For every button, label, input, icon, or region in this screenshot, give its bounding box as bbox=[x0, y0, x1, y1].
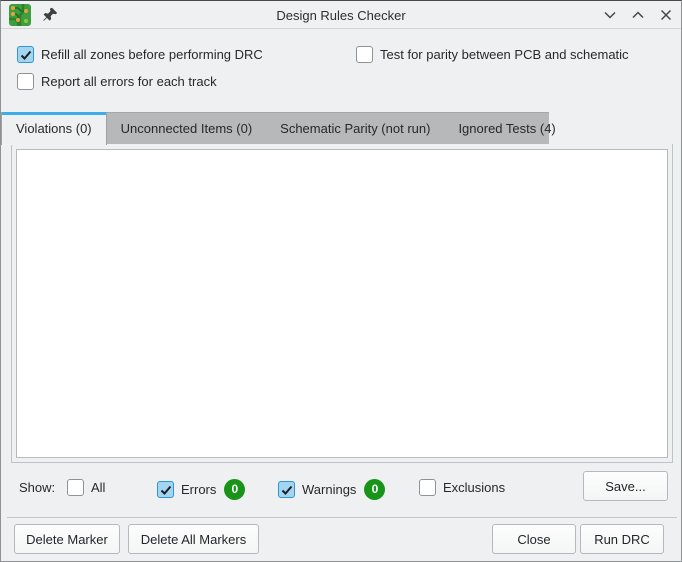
filter-exclusions[interactable]: Exclusions bbox=[419, 479, 505, 496]
filter-errors-checkbox[interactable] bbox=[157, 481, 174, 498]
save-button[interactable]: Save... bbox=[583, 471, 668, 501]
filter-exclusions-label: Exclusions bbox=[443, 480, 505, 495]
tab-schematic-parity-label: Schematic Parity (not run) bbox=[280, 121, 430, 136]
errors-count-badge: 0 bbox=[224, 479, 245, 500]
test-parity-label: Test for parity between PCB and schemati… bbox=[380, 47, 629, 62]
filter-all-label: All bbox=[91, 480, 105, 495]
run-drc-button[interactable]: Run DRC bbox=[580, 524, 664, 554]
tabbar: Violations (0) Unconnected Items (0) Sch… bbox=[1, 112, 549, 144]
filter-all[interactable]: All bbox=[67, 479, 105, 496]
chevron-up-icon[interactable] bbox=[631, 8, 645, 22]
test-parity-option[interactable]: Test for parity between PCB and schemati… bbox=[356, 46, 629, 63]
pin-icon[interactable] bbox=[43, 7, 58, 22]
drc-dialog: Design Rules Checker Refill all zones be… bbox=[0, 0, 682, 562]
refill-zones-checkbox[interactable] bbox=[17, 46, 34, 63]
delete-all-markers-button[interactable]: Delete All Markers bbox=[128, 524, 259, 554]
filter-errors-label: Errors bbox=[181, 482, 216, 497]
tab-ignored-tests[interactable]: Ignored Tests (4) bbox=[444, 113, 569, 144]
tab-violations[interactable]: Violations (0) bbox=[1, 112, 107, 145]
filter-errors[interactable]: Errors 0 bbox=[157, 479, 245, 500]
pcb-board-icon bbox=[9, 4, 31, 26]
filter-warnings[interactable]: Warnings 0 bbox=[278, 479, 385, 500]
tab-violations-label: Violations (0) bbox=[16, 121, 92, 136]
refill-zones-label: Refill all zones before performing DRC bbox=[41, 47, 263, 62]
show-label: Show: bbox=[19, 472, 55, 502]
tab-unconnected-items-label: Unconnected Items (0) bbox=[121, 121, 253, 136]
close-button[interactable]: Close bbox=[492, 524, 576, 554]
tab-schematic-parity[interactable]: Schematic Parity (not run) bbox=[266, 113, 444, 144]
window-title: Design Rules Checker bbox=[276, 1, 405, 29]
report-track-errors-option[interactable]: Report all errors for each track bbox=[17, 73, 217, 90]
filter-exclusions-checkbox[interactable] bbox=[419, 479, 436, 496]
divider bbox=[7, 517, 677, 518]
report-track-errors-checkbox[interactable] bbox=[17, 73, 34, 90]
tab-ignored-tests-label: Ignored Tests (4) bbox=[458, 121, 555, 136]
warnings-count-badge: 0 bbox=[364, 479, 385, 500]
test-parity-checkbox[interactable] bbox=[356, 46, 373, 63]
chevron-down-icon[interactable] bbox=[603, 8, 617, 22]
filter-warnings-checkbox[interactable] bbox=[278, 481, 295, 498]
titlebar: Design Rules Checker bbox=[1, 1, 681, 29]
filter-all-checkbox[interactable] bbox=[67, 479, 84, 496]
filter-warnings-label: Warnings bbox=[302, 482, 356, 497]
violations-list[interactable] bbox=[16, 149, 668, 458]
tab-unconnected-items[interactable]: Unconnected Items (0) bbox=[107, 113, 267, 144]
close-icon[interactable] bbox=[659, 8, 673, 22]
refill-zones-option[interactable]: Refill all zones before performing DRC bbox=[17, 46, 263, 63]
report-track-errors-label: Report all errors for each track bbox=[41, 74, 217, 89]
delete-marker-button[interactable]: Delete Marker bbox=[14, 524, 120, 554]
